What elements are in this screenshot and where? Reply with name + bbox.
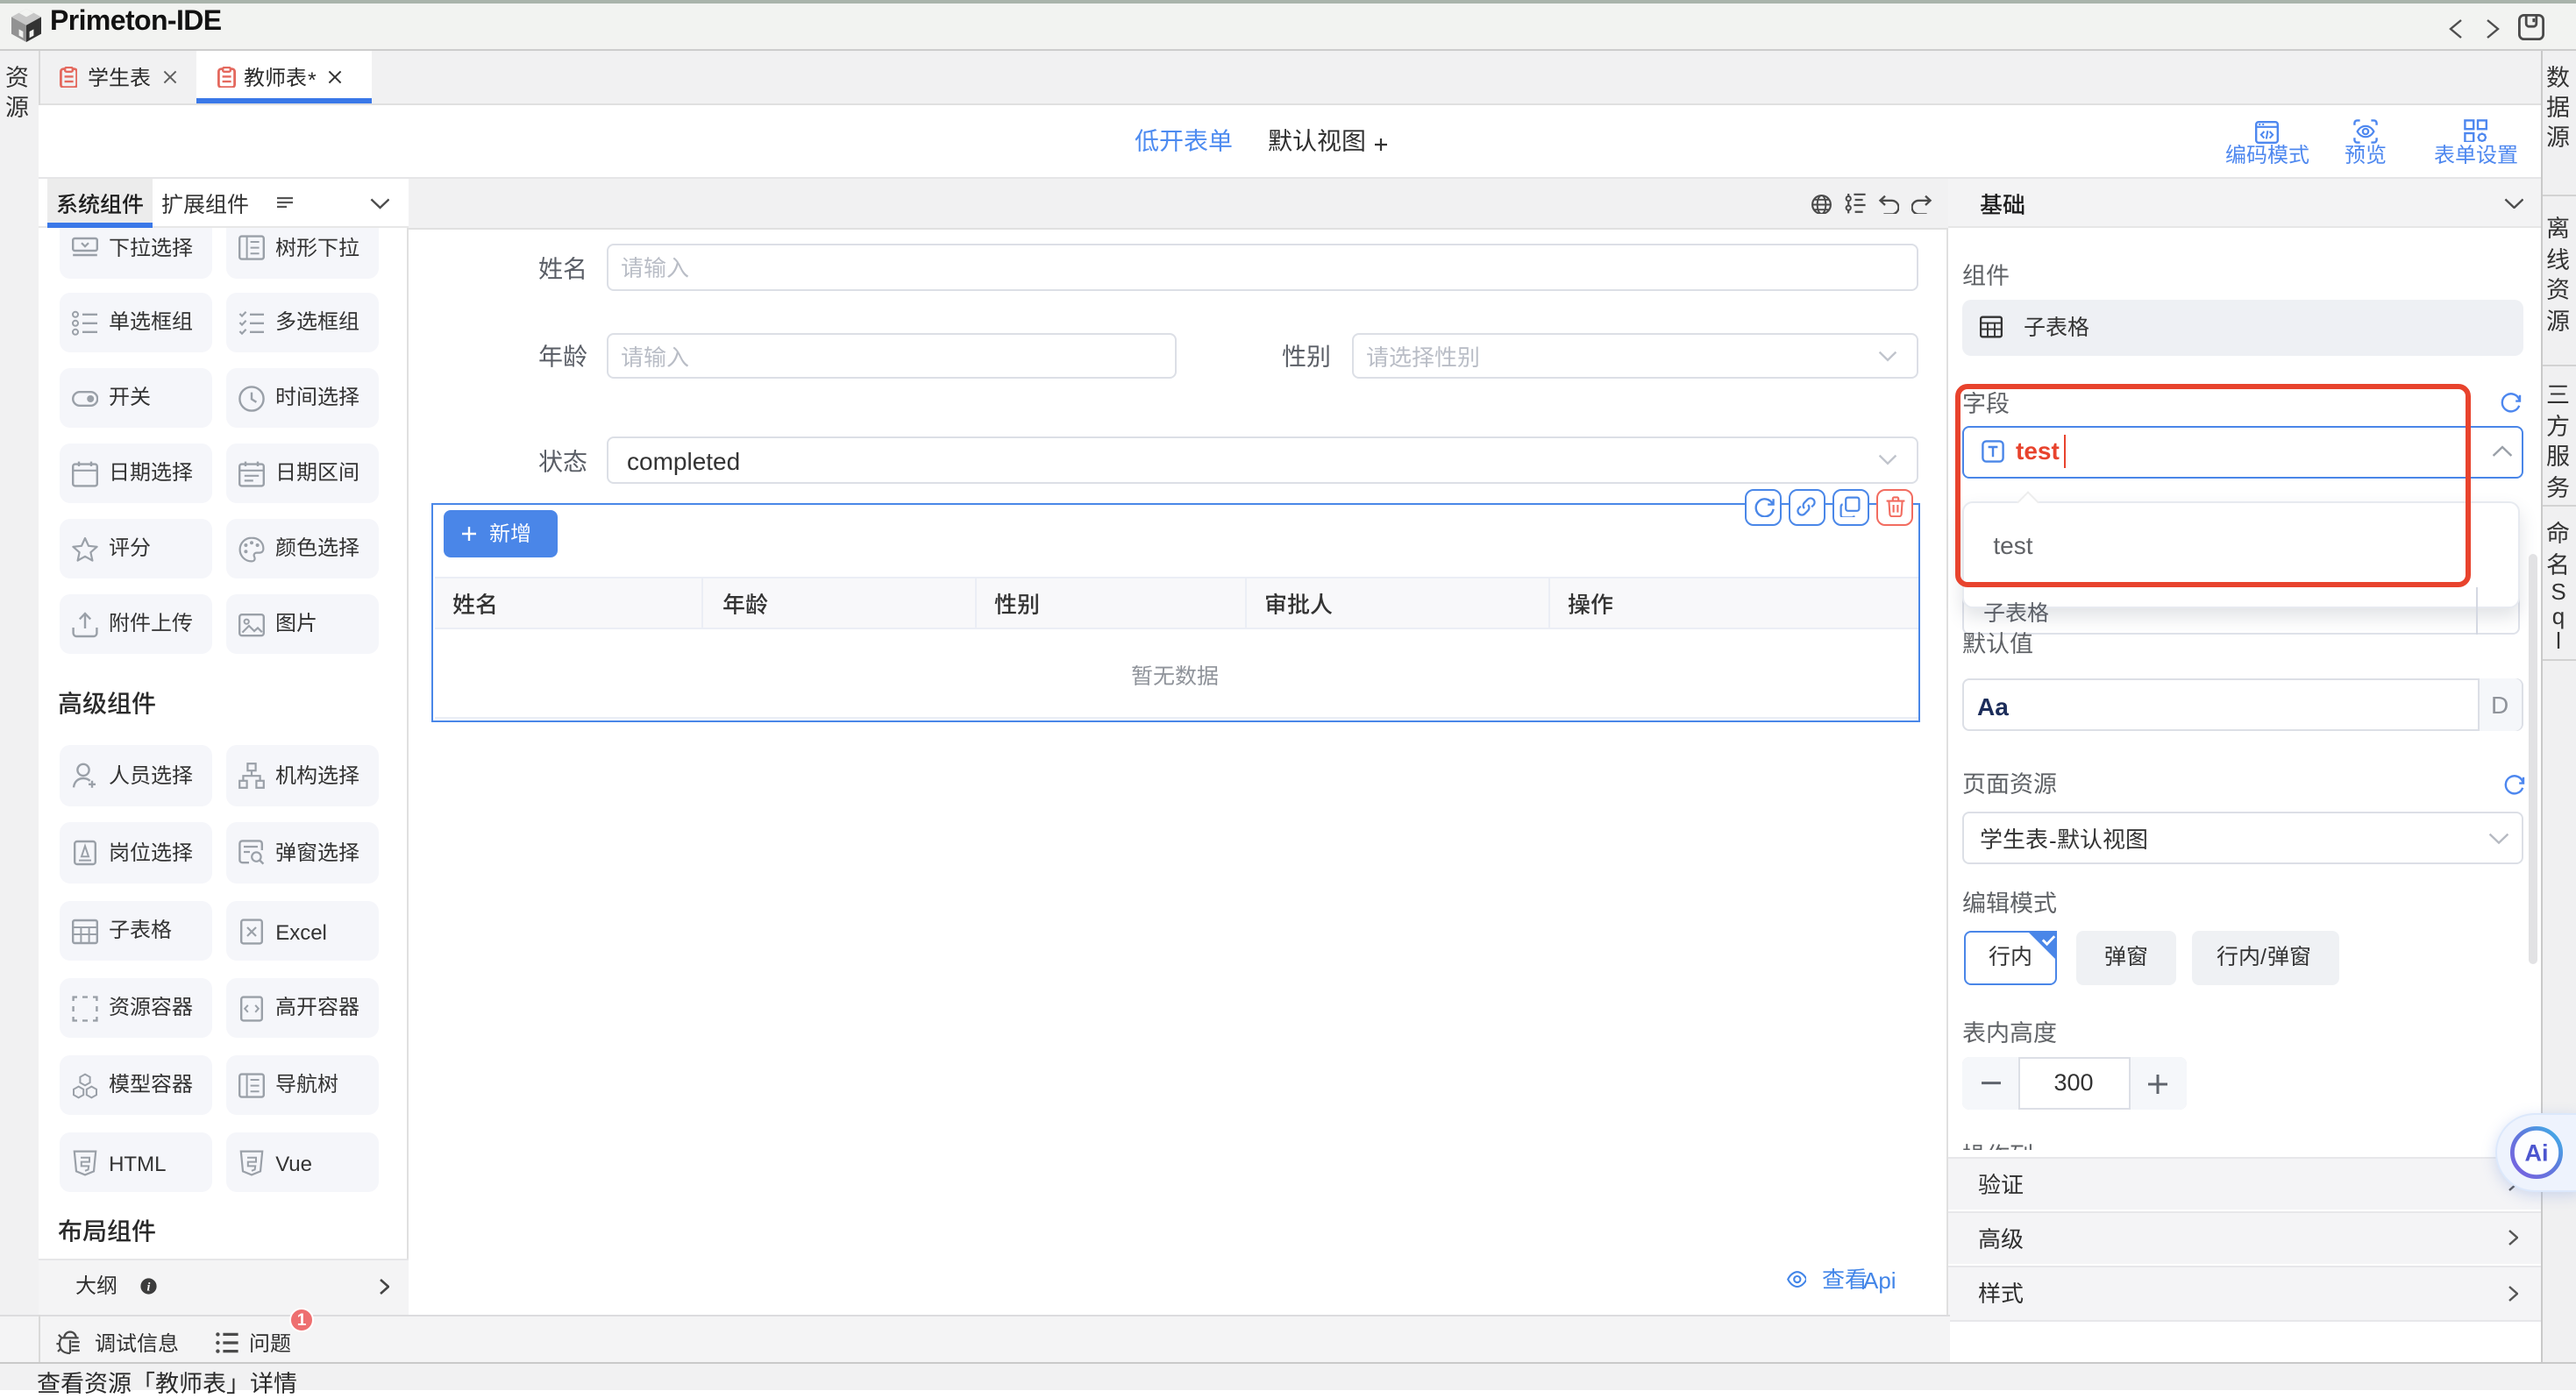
svg-text:i: i [147, 1281, 151, 1295]
svg-text:Ai: Ai [2524, 1139, 2548, 1166]
